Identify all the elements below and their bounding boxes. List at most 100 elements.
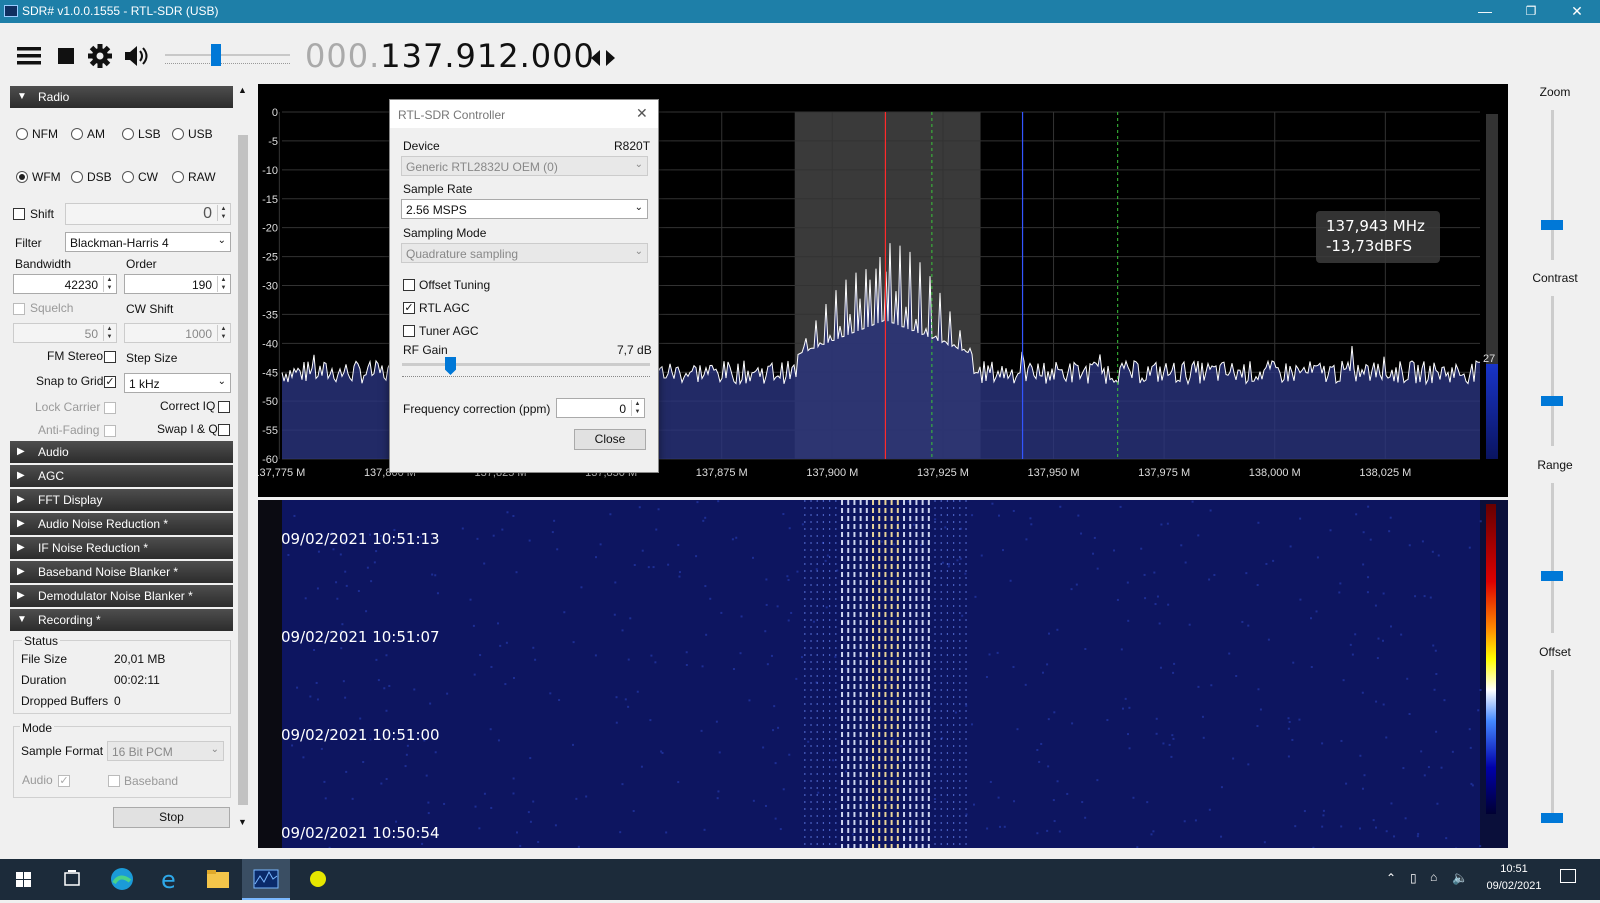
volume-tray-icon[interactable]: 🔈 [1452, 870, 1468, 886]
device-select[interactable]: Generic RTL2832U OEM (0)⌄ [401, 156, 648, 176]
section-if-noise-reduction-header[interactable]: ▶IF Noise Reduction * [10, 537, 233, 559]
spin-buttons[interactable]: ▲▼ [103, 325, 115, 341]
speaker-icon[interactable] [122, 43, 150, 69]
mode-radio-wfm[interactable] [16, 171, 28, 183]
gear-icon[interactable] [87, 43, 115, 69]
waterfall-display[interactable]: 09/02/2021 10:51:13 09/02/2021 10:51:07 … [258, 500, 1508, 848]
section-agc-header[interactable]: ▶AGC [10, 465, 233, 487]
waterfall-noise [434, 574, 436, 576]
shift-input[interactable]: 0▲▼ [65, 203, 231, 225]
zoom-slider-thumb[interactable] [1541, 220, 1563, 230]
ie-icon[interactable]: e [146, 859, 194, 900]
scrollbar-thumb[interactable] [238, 135, 248, 805]
maximize-button[interactable]: ❐ [1508, 0, 1554, 23]
dialog-close-button[interactable]: Close [574, 429, 646, 450]
rfgain-slider[interactable] [402, 362, 650, 382]
mode-radio-dsb[interactable] [71, 171, 83, 183]
waterfall-noise [595, 654, 597, 656]
snap-checkbox[interactable]: ✓ [104, 376, 116, 388]
app-yellow-icon[interactable] [294, 859, 342, 900]
fmstereo-checkbox[interactable] [104, 351, 116, 363]
mode-radio-raw[interactable] [172, 171, 184, 183]
section-recording-header[interactable]: ▼Recording * [10, 609, 233, 631]
spin-buttons[interactable]: ▲▼ [217, 325, 229, 341]
menu-icon[interactable] [15, 43, 43, 69]
baseband-checkbox[interactable] [108, 775, 120, 787]
order-input[interactable]: 190▲▼ [124, 274, 231, 294]
scroll-down-icon[interactable]: ▼ [238, 817, 247, 827]
rtl-agc-checkbox[interactable]: ✓ [403, 302, 415, 314]
x-tick-label: 137,900 M [806, 467, 858, 479]
sampleformat-select[interactable]: 16 Bit PCM⌄ [107, 741, 224, 761]
antifading-checkbox[interactable] [104, 425, 116, 437]
section-radio-header[interactable]: ▼Radio [10, 86, 233, 108]
step-select[interactable]: 1 kHz⌄ [124, 373, 231, 393]
rfgain-slider-thumb[interactable] [445, 357, 456, 375]
network-icon[interactable]: ⌂ [1430, 870, 1437, 884]
mode-radio-nfm[interactable] [16, 128, 28, 140]
mode-radio-lsb[interactable] [122, 128, 134, 140]
waterfall-noise [1170, 756, 1172, 758]
waterfall-noise [1257, 522, 1259, 524]
samplingmode-select[interactable]: Quadrature sampling⌄ [401, 243, 648, 263]
contrast-slider-track[interactable] [1551, 296, 1554, 446]
contrast-slider-thumb[interactable] [1541, 396, 1563, 406]
task-view-icon[interactable] [48, 859, 96, 900]
spin-buttons[interactable]: ▲▼ [217, 276, 229, 292]
section-label: Audio [38, 445, 69, 459]
notifications-icon[interactable] [1560, 869, 1576, 883]
close-window-button[interactable]: ✕ [1554, 0, 1600, 23]
waterfall-noise [1430, 597, 1432, 599]
squelch-checkbox[interactable] [13, 303, 25, 315]
correctiq-checkbox[interactable] [218, 401, 230, 413]
mode-radio-cw[interactable] [122, 171, 134, 183]
tune-arrows-icon[interactable] [589, 45, 617, 71]
windows-start-icon[interactable] [0, 859, 48, 900]
volume-slider[interactable] [165, 53, 290, 57]
mode-radio-am[interactable] [71, 128, 83, 140]
left-panel-scrollbar[interactable]: ▲ ▼ [236, 85, 250, 855]
audio-checkbox[interactable]: ✓ [58, 775, 70, 787]
waterfall-plot[interactable] [258, 500, 1508, 848]
waterfall-noise [991, 503, 993, 505]
stop-recording-button[interactable]: Stop [113, 807, 230, 828]
sdrsharp-icon[interactable] [242, 859, 290, 900]
filter-select[interactable]: Blackman-Harris 4⌄ [65, 232, 231, 252]
offset-slider-track[interactable] [1551, 670, 1554, 820]
stop-icon[interactable] [54, 43, 82, 69]
clock-time[interactable]: 10:51 [1484, 863, 1544, 875]
clock-date[interactable]: 09/02/2021 [1478, 880, 1550, 892]
offset-tuning-checkbox[interactable] [403, 279, 415, 291]
lockcarrier-checkbox[interactable] [104, 402, 116, 414]
offset-slider-thumb[interactable] [1541, 813, 1563, 823]
dialog-close-icon[interactable]: ✕ [636, 105, 648, 122]
bandwidth-input[interactable]: 42230▲▼ [13, 274, 117, 294]
show-hidden-icons-icon[interactable]: ⌃ [1386, 871, 1396, 885]
zoom-slider-track[interactable] [1551, 110, 1554, 260]
usb-icon[interactable]: ▯ [1410, 871, 1417, 885]
spin-buttons[interactable]: ▲▼ [631, 400, 643, 416]
swapiq-checkbox[interactable] [218, 424, 230, 436]
squelch-input[interactable]: 50▲▼ [13, 323, 117, 343]
scroll-up-icon[interactable]: ▲ [238, 85, 247, 95]
spin-buttons[interactable]: ▲▼ [217, 205, 229, 221]
file-explorer-icon[interactable] [194, 859, 242, 900]
tuner-agc-checkbox[interactable] [403, 325, 415, 337]
section-demodulator-noise-blanker-header[interactable]: ▶Demodulator Noise Blanker * [10, 585, 233, 607]
edge-icon[interactable] [98, 859, 146, 900]
cwshift-input[interactable]: 1000▲▼ [124, 323, 231, 343]
section-baseband-noise-blanker-header[interactable]: ▶Baseband Noise Blanker * [10, 561, 233, 583]
mode-radio-usb[interactable] [172, 128, 184, 140]
shift-checkbox[interactable] [13, 208, 25, 220]
range-slider-thumb[interactable] [1541, 571, 1563, 581]
section-fft-display-header[interactable]: ▶FFT Display [10, 489, 233, 511]
freqcorr-input[interactable]: 0▲▼ [556, 398, 645, 418]
spin-buttons[interactable]: ▲▼ [103, 276, 115, 292]
minimize-button[interactable]: — [1462, 0, 1508, 23]
volume-slider-thumb[interactable] [211, 44, 221, 66]
section-audio-noise-reduction-header[interactable]: ▶Audio Noise Reduction * [10, 513, 233, 535]
range-slider-track[interactable] [1551, 483, 1554, 633]
section-audio-header[interactable]: ▶Audio [10, 441, 233, 463]
samplerate-select[interactable]: 2.56 MSPS⌄ [401, 199, 648, 219]
frequency-display[interactable]: 000.137.912.000 [305, 37, 595, 75]
